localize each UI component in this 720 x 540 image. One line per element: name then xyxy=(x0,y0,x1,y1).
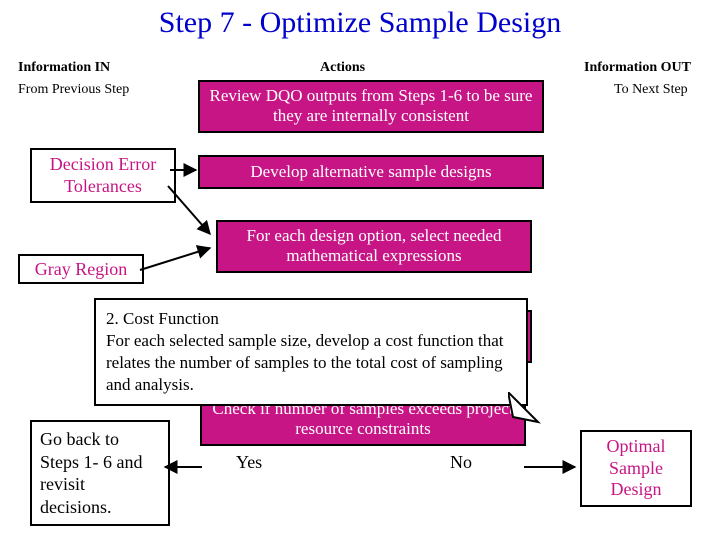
callout-pointer-icon xyxy=(508,392,548,432)
step-develop: Develop alternative sample designs xyxy=(198,155,544,189)
step-foreach: For each design option, select needed ma… xyxy=(216,220,532,273)
label-to-next: To Next Step xyxy=(614,82,688,98)
header-info-in: Information IN xyxy=(18,60,110,76)
label-from-previous: From Previous Step xyxy=(18,82,129,98)
callout-body: For each selected sample size, develop a… xyxy=(106,331,503,394)
header-info-out: Information OUT xyxy=(584,60,691,76)
callout-heading: 2. Cost Function xyxy=(106,309,219,328)
page-title: Step 7 - Optimize Sample Design xyxy=(0,6,720,40)
callout-cost-function: 2. Cost Function For each selected sampl… xyxy=(94,298,528,406)
output-optimal-sample-design: Optimal Sample Design xyxy=(580,430,692,507)
label-yes: Yes xyxy=(236,452,262,473)
header-actions: Actions xyxy=(320,60,365,76)
input-gray-region: Gray Region xyxy=(18,254,144,284)
step-review: Review DQO outputs from Steps 1-6 to be … xyxy=(198,80,544,133)
goback-box: Go back to Steps 1- 6 and revisit decisi… xyxy=(30,420,170,526)
input-decision-error-tolerances: Decision Error Tolerances xyxy=(30,148,176,203)
label-no: No xyxy=(450,452,472,473)
